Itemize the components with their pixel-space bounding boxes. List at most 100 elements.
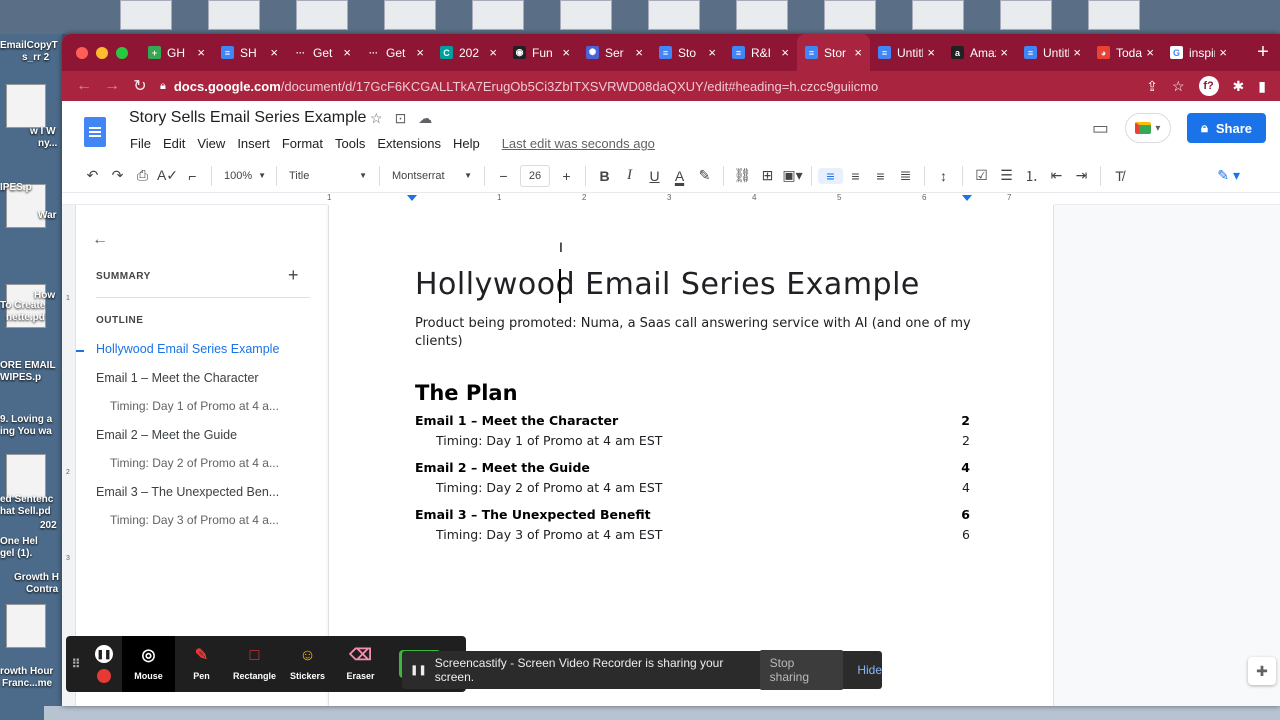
- zoom-dropdown[interactable]: 100% ▼: [218, 170, 270, 182]
- decrease-font-size-icon[interactable]: −: [491, 168, 516, 184]
- document-heading[interactable]: Hollywood Email Series Example: [415, 267, 920, 302]
- url-field[interactable]: 🔒︎ docs.google.com/document/d/17GcF6KCGA…: [154, 73, 1146, 99]
- desktop-file[interactable]: [384, 0, 436, 30]
- extension-icon[interactable]: f?: [1198, 76, 1219, 96]
- desktop-label[interactable]: w I W: [30, 126, 56, 137]
- new-tab-button[interactable]: +: [1246, 41, 1280, 64]
- minimize-window-button[interactable]: [96, 46, 108, 59]
- toc-entry[interactable]: Email 2 – Meet the Guide 4: [415, 460, 970, 475]
- left-indent-marker[interactable]: [407, 195, 417, 201]
- menu-help[interactable]: Help: [447, 136, 486, 151]
- tool-pen[interactable]: ✎ Pen: [175, 636, 228, 692]
- spellcheck-icon[interactable]: A✓: [155, 167, 180, 184]
- menu-file[interactable]: File: [124, 136, 157, 151]
- desktop-label[interactable]: ny...: [38, 138, 57, 149]
- toc-entry[interactable]: Timing: Day 1 of Promo at 4 am EST 2: [415, 433, 970, 448]
- stop-sharing-button[interactable]: Stop sharing: [759, 650, 844, 690]
- desktop-label[interactable]: One Hel: [0, 536, 38, 547]
- close-tab-icon[interactable]: ×: [1146, 45, 1154, 60]
- close-tab-icon[interactable]: ×: [635, 45, 643, 60]
- browser-tab[interactable]: ✺ Ser ×: [578, 34, 651, 71]
- move-folder-icon[interactable]: ⊡: [395, 110, 407, 127]
- desktop-file[interactable]: [296, 0, 348, 30]
- menu-insert[interactable]: Insert: [231, 136, 276, 151]
- close-tab-icon[interactable]: ×: [927, 45, 935, 60]
- vertical-ruler[interactable]: 1234: [62, 205, 76, 706]
- align-right-icon[interactable]: ≡: [868, 168, 893, 184]
- share-button[interactable]: 🔒︎ Share: [1186, 113, 1266, 143]
- document-subtitle[interactable]: Product being promoted: Numa, a Saas cal…: [415, 315, 975, 351]
- desktop-file[interactable]: [6, 604, 46, 648]
- outline-subitem[interactable]: Timing: Day 2 of Promo at 4 a...: [110, 456, 279, 470]
- desktop-file[interactable]: [6, 84, 46, 128]
- close-outline-icon[interactable]: ←: [92, 231, 108, 249]
- browser-tab[interactable]: ≡ Untitle ×: [870, 34, 943, 71]
- desktop-label[interactable]: To Create: [0, 300, 45, 311]
- close-tab-icon[interactable]: ×: [197, 45, 205, 60]
- comments-icon[interactable]: ▭: [1092, 118, 1109, 139]
- menu-format[interactable]: Format: [276, 136, 329, 151]
- desktop-label[interactable]: hat Sell.pd: [0, 506, 51, 517]
- close-tab-icon[interactable]: ×: [708, 45, 716, 60]
- horizontal-ruler[interactable]: 1 1 2 3 4 5 6 7: [327, 193, 1054, 205]
- browser-tab[interactable]: ≡ Untitle ×: [1016, 34, 1089, 71]
- close-tab-icon[interactable]: ×: [1000, 45, 1008, 60]
- close-window-button[interactable]: [76, 46, 88, 59]
- desktop-file[interactable]: [648, 0, 700, 30]
- increase-indent-icon[interactable]: ⇥: [1069, 167, 1094, 184]
- share-page-icon[interactable]: ⇪: [1146, 78, 1158, 95]
- browser-tab[interactable]: ≡ Stor ×: [797, 34, 870, 71]
- last-edit-link[interactable]: Last edit was seconds ago: [496, 136, 661, 151]
- outline-item[interactable]: Hollywood Email Series Example: [96, 342, 279, 356]
- undo-icon[interactable]: ↶: [80, 167, 105, 184]
- font-dropdown[interactable]: Montserrat ▼: [386, 170, 478, 182]
- align-left-icon[interactable]: ≡: [818, 167, 843, 184]
- align-center-icon[interactable]: ≡: [843, 168, 868, 184]
- reload-icon[interactable]: ↻: [126, 76, 154, 96]
- close-tab-icon[interactable]: ×: [416, 45, 424, 60]
- maximize-window-button[interactable]: [116, 46, 128, 59]
- pause-icon[interactable]: ❚❚: [95, 645, 113, 663]
- close-tab-icon[interactable]: ×: [854, 45, 862, 60]
- numbered-list-icon[interactable]: ⒈: [1019, 166, 1044, 186]
- desktop-label[interactable]: Contra: [26, 584, 58, 595]
- desktop-label[interactable]: IPES.p: [0, 182, 32, 193]
- tool-mouse[interactable]: ◎ Mouse: [122, 636, 175, 692]
- document-page[interactable]: I Hollywood Email Series Example Product…: [328, 205, 1054, 706]
- outline-item[interactable]: Email 2 – Meet the Guide: [96, 428, 237, 442]
- tool-eraser[interactable]: ⌫ Eraser: [334, 636, 387, 692]
- document-title[interactable]: Story Sells Email Series Example: [129, 109, 366, 127]
- menu-view[interactable]: View: [191, 136, 231, 151]
- outline-subitem[interactable]: Timing: Day 1 of Promo at 4 a...: [110, 399, 279, 413]
- desktop-label[interactable]: nette.pd: [6, 312, 45, 323]
- tool-stickers[interactable]: ☺ Stickers: [281, 636, 334, 692]
- link-icon[interactable]: ⛓: [730, 167, 755, 184]
- toc-entry-text[interactable]: Email 3 – The Unexpected Benefit: [415, 507, 651, 522]
- stop-recording-icon[interactable]: [97, 669, 111, 683]
- browser-tab[interactable]: ≡ SH ×: [213, 34, 286, 71]
- desktop-file[interactable]: [120, 0, 172, 30]
- close-tab-icon[interactable]: ×: [1219, 45, 1227, 60]
- lock-icon[interactable]: 🔒︎: [160, 80, 166, 93]
- toc-entry[interactable]: Email 1 – Meet the Character 2: [415, 413, 970, 428]
- puzzle-extensions-icon[interactable]: ✱: [1233, 78, 1245, 95]
- forward-icon[interactable]: →: [98, 77, 126, 95]
- desktop-label[interactable]: 202: [40, 520, 57, 531]
- close-tab-icon[interactable]: ×: [562, 45, 570, 60]
- tool-rectangle[interactable]: □ Rectangle: [228, 636, 281, 692]
- close-tab-icon[interactable]: ×: [1073, 45, 1081, 60]
- outline-subitem[interactable]: Timing: Day 3 of Promo at 4 a...: [110, 513, 279, 527]
- close-tab-icon[interactable]: ×: [270, 45, 278, 60]
- font-size-input[interactable]: 26: [520, 164, 550, 187]
- desktop-file[interactable]: [912, 0, 964, 30]
- underline-icon[interactable]: U: [642, 168, 667, 184]
- desktop-label[interactable]: ing You wa: [0, 426, 52, 437]
- browser-tab[interactable]: C 202 ×: [432, 34, 505, 71]
- browser-tab[interactable]: ≡ Sto ×: [651, 34, 724, 71]
- hide-button[interactable]: Hide: [857, 663, 882, 677]
- insert-image-icon[interactable]: ▣▾: [780, 167, 805, 184]
- toc-entry-text[interactable]: Timing: Day 3 of Promo at 4 am EST: [436, 527, 662, 542]
- redo-icon[interactable]: ↷: [105, 167, 130, 184]
- browser-tab[interactable]: ◉ Fun ×: [505, 34, 578, 71]
- editing-mode-button[interactable]: ✎ ▾: [1217, 167, 1240, 184]
